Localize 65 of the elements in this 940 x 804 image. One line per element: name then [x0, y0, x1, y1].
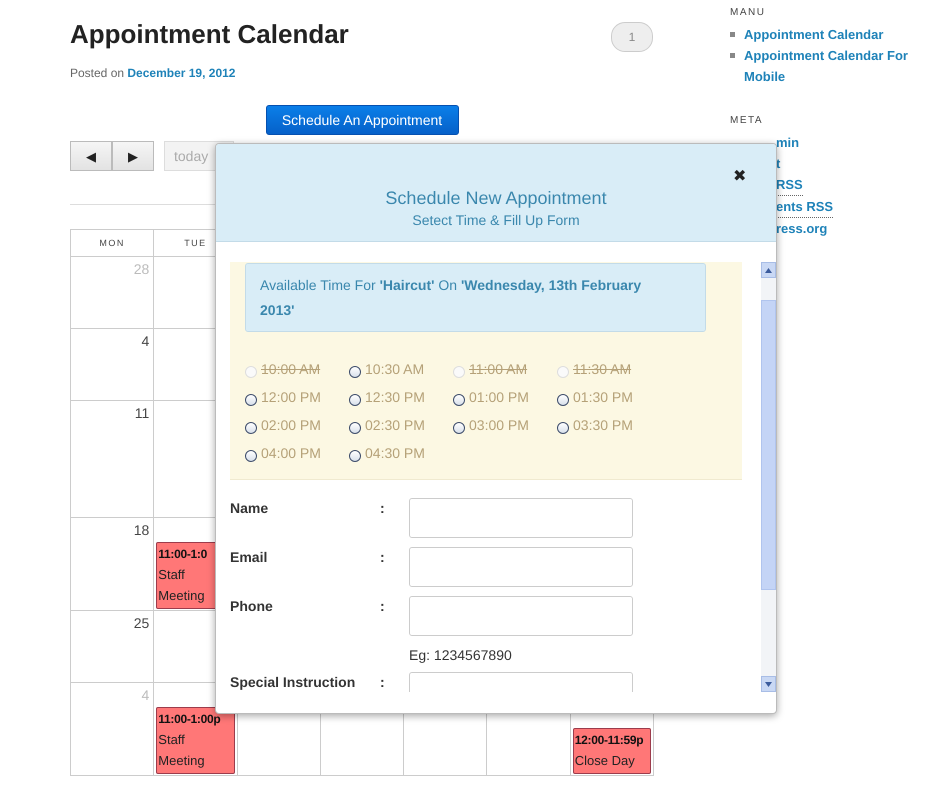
input-field[interactable] — [409, 547, 633, 587]
post-date-link[interactable]: December 19, 2012 — [127, 66, 236, 80]
input-field[interactable] — [409, 498, 633, 538]
dialog-title: Schedule New Appointment — [385, 188, 607, 209]
time-slot-label[interactable]: 03:00 PM — [469, 417, 529, 433]
scroll-thumb[interactable] — [761, 300, 776, 590]
previous-button[interactable]: ◀ — [70, 141, 112, 171]
close-button[interactable]: ✖ — [733, 166, 746, 186]
calendar-event[interactable]: 12:00-11:59p Close Day — [572, 728, 652, 774]
sidebar-link[interactable]: Appointment Calendar For Mobile — [744, 45, 910, 87]
day-number: 4 — [142, 687, 150, 703]
radio-button[interactable] — [453, 394, 465, 406]
weekday-label: MON — [99, 238, 125, 248]
comment-count-bubble[interactable]: 1 — [611, 22, 653, 52]
radio-button[interactable] — [557, 394, 569, 406]
schedule-appointment-button[interactable]: Schedule An Appointment — [266, 105, 458, 135]
scrollbar[interactable] — [761, 262, 776, 692]
time-slot-label[interactable]: 01:30 PM — [573, 389, 633, 405]
radio-button[interactable] — [557, 422, 569, 434]
time-slot-label[interactable]: 02:30 PM — [365, 417, 425, 433]
radio-button[interactable] — [349, 422, 361, 434]
next-button[interactable]: ▶ — [112, 141, 154, 171]
time-slot-label[interactable]: 02:00 PM — [261, 417, 321, 433]
field-label: Special Instruction — [230, 673, 356, 690]
time-slot-label[interactable]: 03:30 PM — [573, 417, 633, 433]
colon-separator: : — [380, 673, 386, 690]
sidebar-link[interactable]: min — [776, 132, 800, 153]
day-number: 25 — [134, 615, 150, 631]
dialog-subtitle: Setect Time & Fill Up Form — [412, 212, 580, 228]
day-number: 28 — [134, 261, 150, 277]
post-title: Appointment Calendar — [70, 18, 349, 50]
day-number: 18 — [134, 522, 150, 538]
time-slot-label[interactable]: 12:30 PM — [365, 389, 425, 405]
day-number: 11 — [134, 405, 150, 421]
colon-separator: : — [380, 597, 386, 614]
colon-separator: : — [380, 548, 386, 565]
posted-label: Posted on — [70, 66, 126, 80]
colon-separator: : — [380, 499, 386, 516]
day-number: 4 — [142, 333, 150, 349]
weekday-label: TUE — [184, 238, 207, 248]
time-slot-label[interactable]: 10:30 AM — [365, 361, 424, 377]
time-slot-label[interactable]: 04:30 PM — [365, 445, 425, 461]
time-slot-label[interactable]: 04:00 PM — [261, 445, 321, 461]
bullet-icon — [730, 32, 735, 37]
widget-heading: MANU — [730, 7, 766, 18]
field-label: Name — [230, 499, 270, 516]
radio-button[interactable] — [349, 394, 361, 406]
time-slot-label[interactable]: 12:00 PM — [261, 389, 321, 405]
time-slot-label[interactable]: 01:00 PM — [469, 389, 529, 405]
radio-button[interactable] — [245, 394, 257, 406]
radio-button[interactable] — [245, 450, 257, 462]
radio-button[interactable] — [349, 450, 361, 462]
sidebar-link[interactable]: ress.org — [776, 218, 828, 239]
radio-button[interactable] — [453, 422, 465, 434]
widget-heading: META — [730, 115, 764, 126]
bullet-icon — [730, 53, 735, 58]
availability-notice: Available Time For 'Haircut' On 'Wednesday, 13th February 2013' — [245, 263, 706, 332]
field-hint: Eg: 1234567890 — [409, 647, 513, 663]
radio-button[interactable] — [349, 366, 361, 378]
calendar-event[interactable]: 11:00-1:00p Staff Meeting — [156, 707, 235, 774]
sidebar-link[interactable]: Appointment Calendar — [744, 24, 884, 45]
scroll-up-icon[interactable] — [761, 262, 776, 278]
scroll-down-icon[interactable] — [761, 676, 776, 692]
input-field[interactable] — [409, 596, 633, 636]
radio-button[interactable] — [245, 422, 257, 434]
